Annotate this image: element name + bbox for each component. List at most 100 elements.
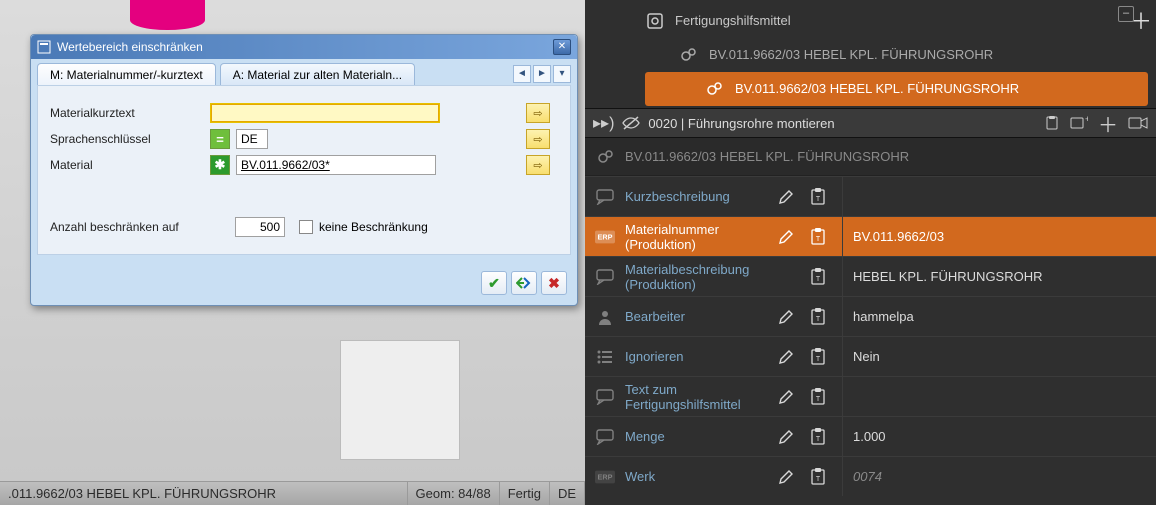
property-row[interactable]: Kurzbeschreibung T bbox=[585, 176, 1156, 216]
property-label: Materialnummer(Produktion) bbox=[625, 222, 768, 252]
camera-add-icon[interactable]: + bbox=[1070, 116, 1088, 130]
status-item: .011.9662/03 HEBEL KPL. FÜHRUNGSROHR bbox=[0, 482, 408, 505]
svg-text:T: T bbox=[816, 316, 821, 323]
search-form: Materialkurztext ⇨ Sprachenschlüssel = ⇨… bbox=[37, 85, 571, 255]
edit-icon[interactable] bbox=[778, 349, 800, 365]
chat-icon bbox=[595, 387, 615, 407]
property-row[interactable]: MengeT1.000 bbox=[585, 416, 1156, 456]
cancel-button[interactable]: ✖ bbox=[541, 271, 567, 295]
cad-background-box bbox=[340, 340, 460, 460]
structure-tree: Fertigungshilfsmittel – BV.011.9662/03 H… bbox=[585, 0, 1156, 106]
dialog-tabs: M: Materialnummer/-kurztext A: Material … bbox=[31, 59, 577, 85]
selected-item-header: BV.011.9662/03 HEBEL KPL. FÜHRUNGSROHR bbox=[585, 138, 1156, 176]
tab-scroll-left-icon[interactable]: ◄ bbox=[513, 65, 531, 83]
tab-scroll-right-icon[interactable]: ► bbox=[533, 65, 551, 83]
svg-text:T: T bbox=[816, 476, 821, 483]
edit-icon[interactable] bbox=[778, 469, 800, 485]
property-row[interactable]: Materialbeschreibung(Produktion)THEBEL K… bbox=[585, 256, 1156, 296]
tree-node-root[interactable]: Fertigungshilfsmittel – bbox=[645, 4, 1148, 38]
confirm-button[interactable]: ✔ bbox=[481, 271, 507, 295]
tab-list-icon[interactable]: ▾ bbox=[553, 65, 571, 83]
collapse-icon[interactable]: – bbox=[1118, 6, 1134, 22]
property-row[interactable]: Text zumFertigungshilfsmittelT bbox=[585, 376, 1156, 416]
edit-icon[interactable] bbox=[778, 389, 800, 405]
edit-icon[interactable] bbox=[778, 309, 800, 325]
multi-select-arrow-3[interactable]: ⇨ bbox=[526, 155, 550, 175]
list-icon bbox=[595, 347, 615, 367]
svg-text:ERP: ERP bbox=[598, 232, 613, 241]
selected-item-title: BV.011.9662/03 HEBEL KPL. FÜHRUNGSROHR bbox=[625, 149, 909, 164]
edit-icon[interactable] bbox=[778, 229, 800, 245]
no-limit-checkbox[interactable] bbox=[299, 220, 313, 234]
paste-icon[interactable]: T bbox=[810, 268, 832, 286]
operation-step-bar: ▸▸) 0020 | Führungsrohre montieren + ＋ bbox=[585, 108, 1156, 138]
gear-icon bbox=[597, 148, 615, 166]
edit-icon[interactable] bbox=[778, 429, 800, 445]
svg-text:ERP: ERP bbox=[598, 472, 613, 481]
label-sprachenschluessel: Sprachenschlüssel bbox=[50, 132, 210, 146]
play-icon[interactable]: ▸▸) bbox=[593, 113, 614, 133]
paste-icon[interactable]: T bbox=[810, 428, 832, 446]
limit-input[interactable] bbox=[235, 217, 285, 237]
plus-icon[interactable]: ＋ bbox=[1098, 109, 1118, 138]
dialog-footer: ✔ ✖ bbox=[31, 265, 577, 305]
property-value: BV.011.9662/03 bbox=[843, 217, 1156, 256]
chat-icon bbox=[595, 267, 615, 287]
property-label: Bearbeiter bbox=[625, 309, 768, 324]
materialkurztext-input[interactable] bbox=[210, 103, 440, 123]
extended-search-button[interactable] bbox=[511, 271, 537, 295]
aux-material-icon bbox=[645, 11, 665, 31]
tree-node-item-1[interactable]: BV.011.9662/03 HEBEL KPL. FÜHRUNGSROHR bbox=[645, 38, 1148, 72]
chat-icon bbox=[595, 187, 615, 207]
property-label: Ignorieren bbox=[625, 349, 768, 364]
tree-node-item-2[interactable]: BV.011.9662/03 HEBEL KPL. FÜHRUNGSROHR bbox=[645, 72, 1148, 106]
svg-text:T: T bbox=[816, 236, 821, 243]
visibility-off-icon[interactable] bbox=[622, 115, 640, 131]
property-label: Werk bbox=[625, 469, 768, 484]
property-row[interactable]: ERP Werk T 0074 bbox=[585, 456, 1156, 496]
chat-icon bbox=[595, 427, 615, 447]
operator-pattern-icon[interactable]: ✱ bbox=[210, 155, 230, 175]
property-row[interactable]: ERP Materialnummer(Produktion) T BV.011.966… bbox=[585, 216, 1156, 256]
property-label: Kurzbeschreibung bbox=[625, 189, 768, 204]
operator-equals-icon[interactable]: = bbox=[210, 129, 230, 149]
property-value: hammelpa bbox=[843, 297, 1156, 336]
close-icon[interactable]: ✕ bbox=[553, 39, 571, 55]
sprache-input[interactable] bbox=[236, 129, 268, 149]
paste-icon[interactable]: T bbox=[810, 348, 832, 366]
app-root: Wertebereich einschränken ✕ M: Materialn… bbox=[0, 0, 1156, 505]
video-icon[interactable] bbox=[1128, 116, 1148, 130]
properties-panel: ＋ Fertigungshilfsmittel – BV.011.9662/03… bbox=[585, 0, 1156, 505]
person-icon bbox=[595, 307, 615, 327]
property-value bbox=[843, 177, 1156, 216]
erp-icon: ERP bbox=[595, 227, 615, 247]
property-value: 0074 bbox=[843, 457, 1156, 496]
status-lang: DE bbox=[550, 482, 585, 505]
edit-icon[interactable] bbox=[778, 189, 800, 205]
erp-icon: ERP bbox=[595, 467, 615, 487]
material-input[interactable] bbox=[236, 155, 436, 175]
status-state: Fertig bbox=[500, 482, 550, 505]
property-value bbox=[843, 377, 1156, 416]
paste-icon[interactable]: T bbox=[810, 388, 832, 406]
dialog-titlebar[interactable]: Wertebereich einschränken ✕ bbox=[31, 35, 577, 59]
value-range-dialog: Wertebereich einschränken ✕ M: Materialn… bbox=[30, 34, 578, 306]
paste-icon[interactable]: T bbox=[810, 308, 832, 326]
property-row[interactable]: IgnorierenTNein bbox=[585, 336, 1156, 376]
paste-icon[interactable]: T bbox=[810, 468, 832, 486]
paste-icon[interactable]: T bbox=[810, 228, 832, 246]
property-row[interactable]: Bearbeiter Thammelpa bbox=[585, 296, 1156, 336]
sap-status-bar: .011.9662/03 HEBEL KPL. FÜHRUNGSROHR Geo… bbox=[0, 481, 585, 505]
sap-area: Wertebereich einschränken ✕ M: Materialn… bbox=[0, 0, 585, 505]
gear-icon bbox=[705, 79, 725, 99]
property-label: Menge bbox=[625, 429, 768, 444]
property-list: Kurzbeschreibung T ERP Materialnummer(Produ… bbox=[585, 176, 1156, 496]
svg-text:+: + bbox=[1085, 116, 1088, 124]
paste-icon[interactable]: T bbox=[810, 188, 832, 206]
multi-select-arrow-1[interactable]: ⇨ bbox=[526, 103, 550, 123]
multi-select-arrow-2[interactable]: ⇨ bbox=[526, 129, 550, 149]
clipboard-icon[interactable] bbox=[1044, 115, 1060, 131]
tab-material-number[interactable]: M: Materialnummer/-kurztext bbox=[37, 63, 216, 85]
window-icon bbox=[37, 40, 51, 54]
tab-old-material[interactable]: A: Material zur alten Materialn... bbox=[220, 63, 415, 85]
